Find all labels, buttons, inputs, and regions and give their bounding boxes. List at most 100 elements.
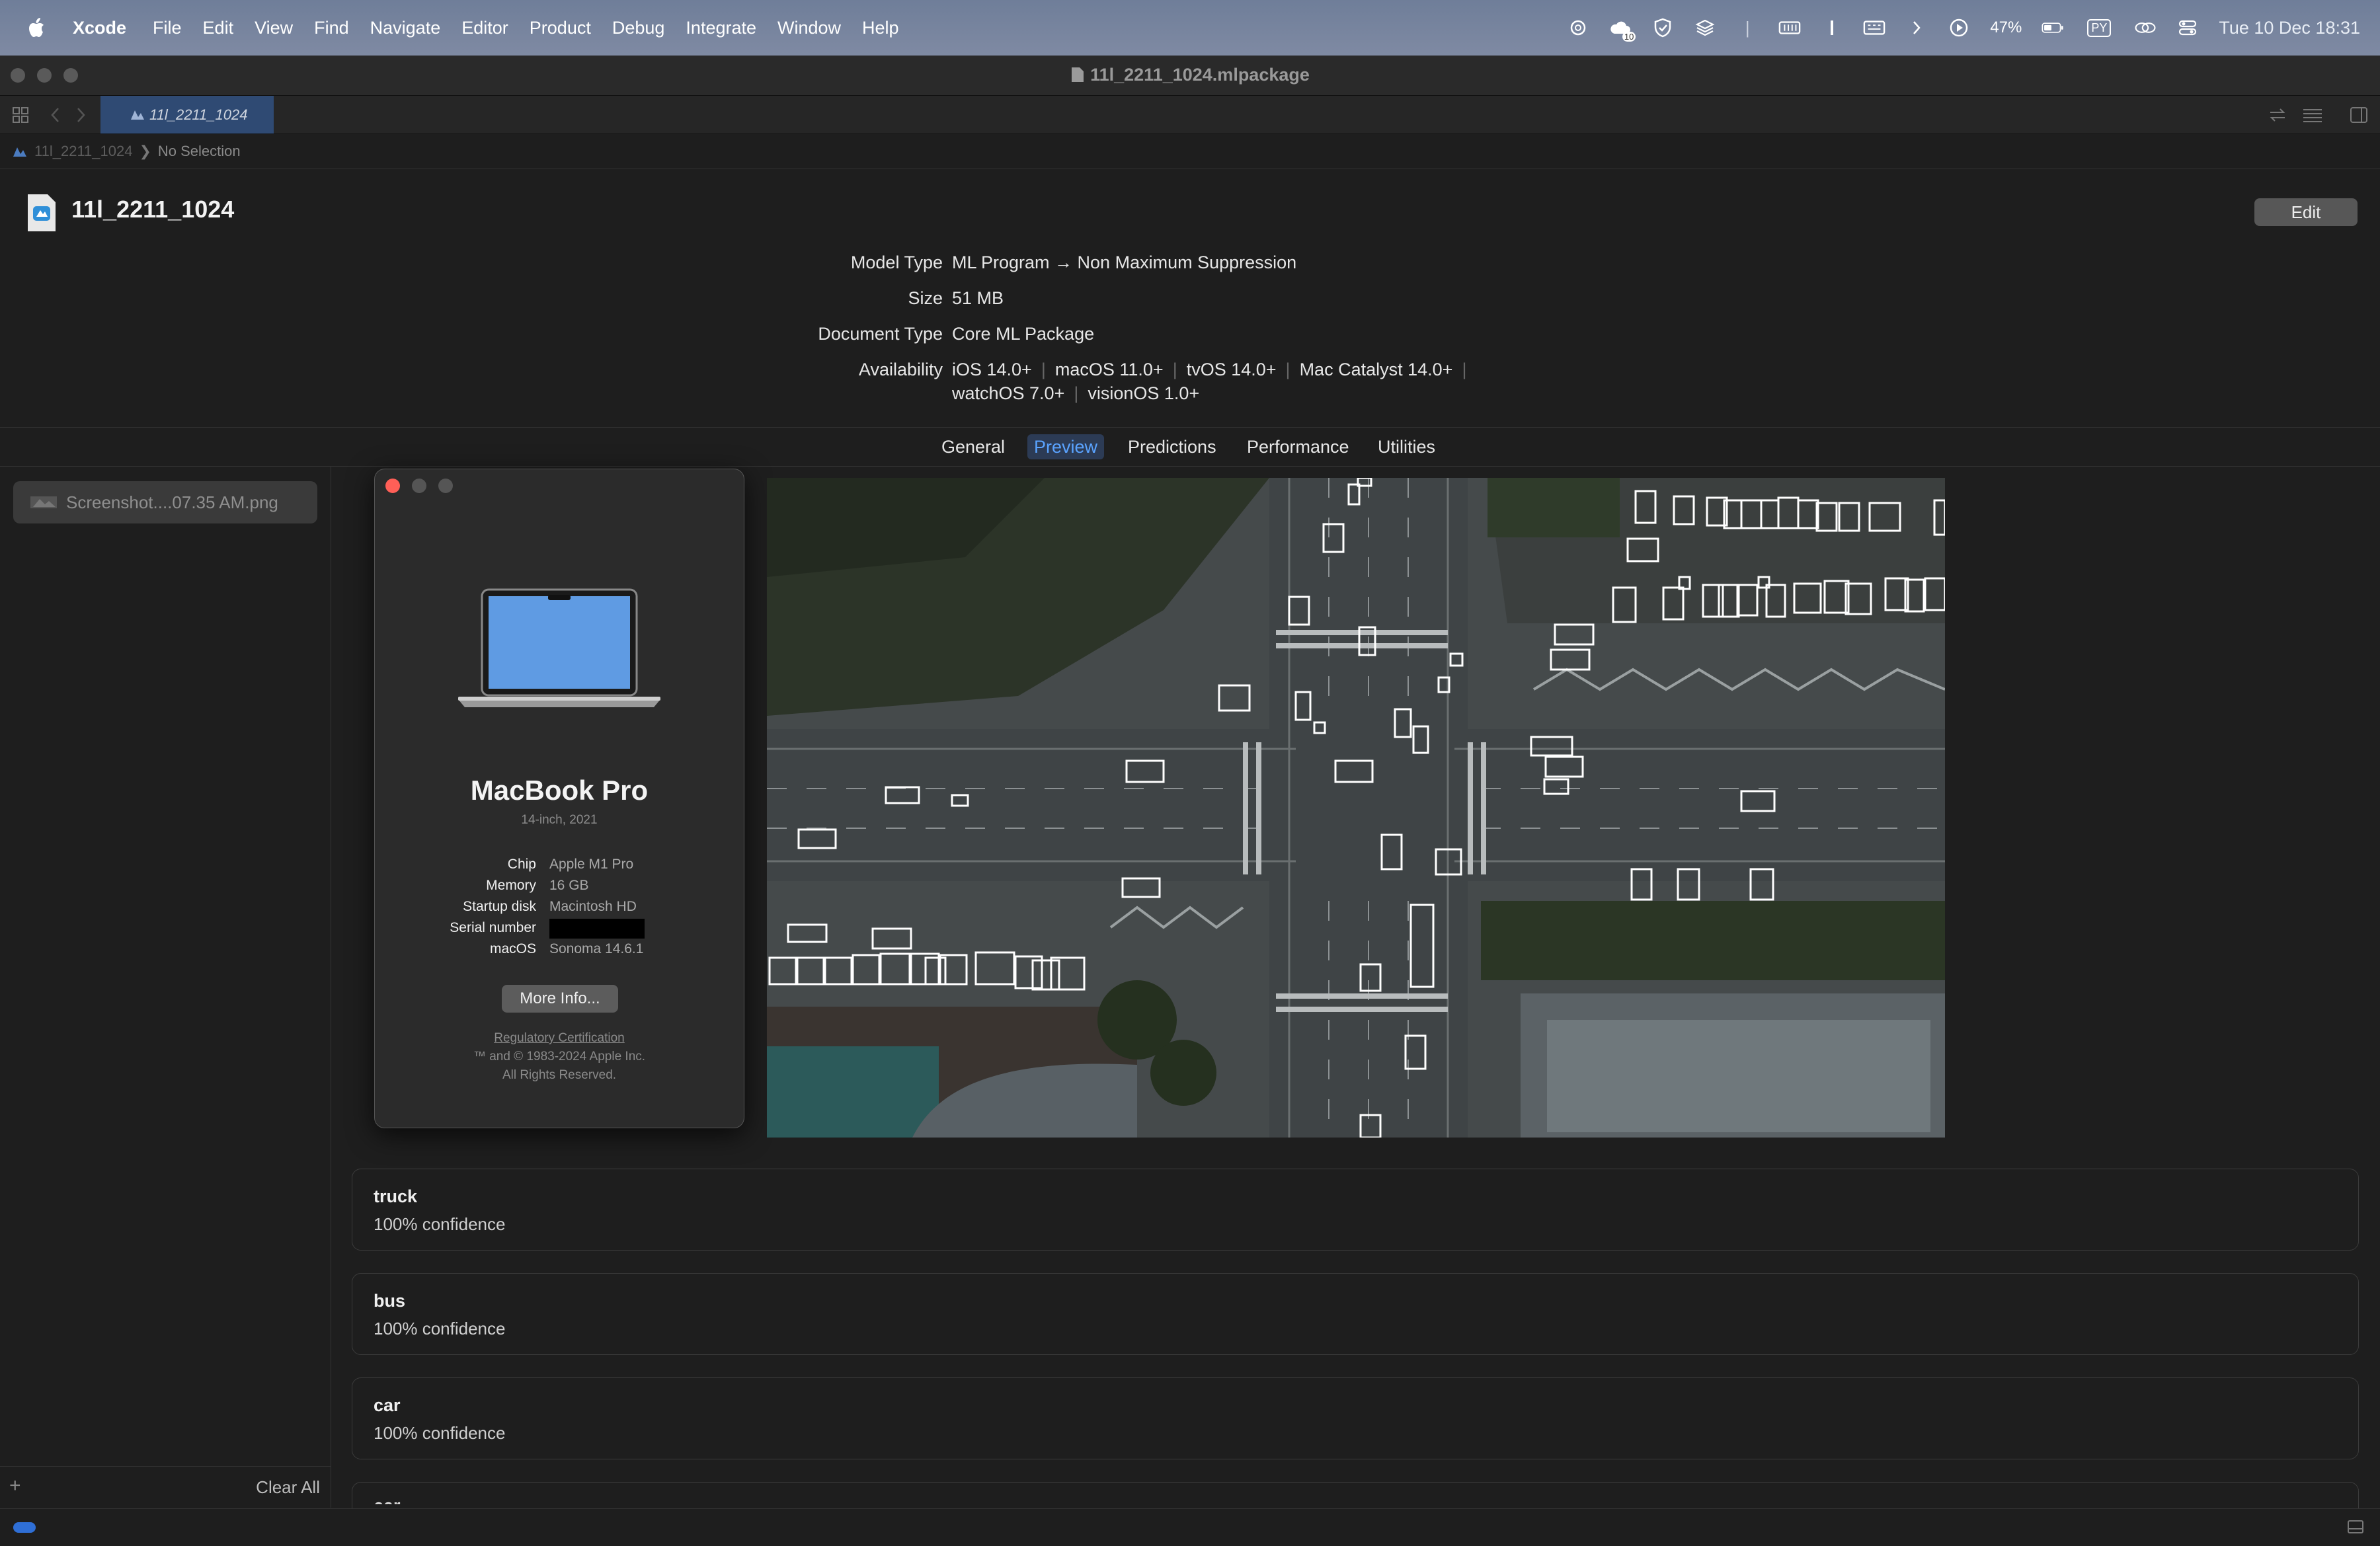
metadata-value: 51 MB <box>952 288 1004 308</box>
back-arrow-icon[interactable] <box>50 106 61 124</box>
tab-model-file-label: 11l_2211_1024 <box>149 106 248 123</box>
prediction-label: bus <box>374 1291 406 1311</box>
copyright-text: ™ and © 1983-2024 Apple Inc. <box>473 1050 646 1063</box>
list-lines-icon[interactable] <box>2302 108 2323 122</box>
prediction-card-bus: bus 100% confidence <box>352 1273 2359 1355</box>
spec-label-startup-disk: Startup disk <box>463 899 536 914</box>
menu-bar: Xcode File Edit View Find Navigate Edito… <box>0 0 2380 56</box>
menu-editor[interactable]: Editor <box>461 18 508 38</box>
forward-arrow-icon[interactable] <box>75 106 86 124</box>
about-close-button[interactable] <box>385 479 400 493</box>
metadata-label: Model Type <box>850 252 943 272</box>
spec-value-chip: Apple M1 Pro <box>549 857 634 872</box>
status-indicator-icon[interactable] <box>13 1522 36 1533</box>
prediction-confidence: 100% confidence <box>374 1423 506 1443</box>
regulatory-link[interactable]: Regulatory Certification <box>375 1031 744 1046</box>
breadcrumb: 11l_2211_1024 ❯ No Selection <box>0 134 2380 169</box>
prediction-confidence: 100% confidence <box>374 1214 506 1234</box>
tab-utilities[interactable]: Utilities <box>1371 434 1442 459</box>
status-bar <box>0 1508 2380 1546</box>
grid-icon[interactable] <box>12 106 29 124</box>
cloud-badge-count: 10 <box>1622 32 1636 42</box>
sidebar-item-label: Screenshot....07.35 AM.png <box>66 492 278 512</box>
more-info-button[interactable]: More Info... <box>502 985 618 1013</box>
menu-view[interactable]: View <box>255 18 293 38</box>
keyboard-icon[interactable] <box>1863 17 1885 39</box>
layers-icon[interactable] <box>1694 17 1716 39</box>
prediction-label: truck <box>374 1186 418 1206</box>
prediction-confidence: 100% confidence <box>374 1319 506 1338</box>
spec-label-macos: macOS <box>489 941 536 956</box>
menu-find[interactable]: Find <box>314 18 349 38</box>
control-center-icon[interactable] <box>2176 17 2199 39</box>
prediction-card-car-partial: car <box>352 1482 2359 1509</box>
menu-product[interactable]: Product <box>530 18 591 38</box>
tab-preview[interactable]: Preview <box>1027 434 1105 459</box>
menu-clock[interactable]: Tue 10 Dec 18:31 <box>2219 18 2360 38</box>
section-tabs: General Preview Predictions Performance … <box>0 428 2380 467</box>
cloud-badge-icon[interactable]: 10 <box>1609 17 1636 42</box>
memory-icon[interactable] <box>1778 17 1801 39</box>
mlmodel-icon <box>131 110 144 120</box>
spec-value-memory: 16 GB <box>549 878 589 893</box>
menu-debug[interactable]: Debug <box>612 18 665 38</box>
prediction-label: car <box>374 1395 401 1415</box>
breadcrumb-selection[interactable]: No Selection <box>158 143 241 160</box>
cursor-bar-icon[interactable] <box>1821 17 1843 39</box>
inspector-toggle-icon[interactable] <box>2350 106 2368 124</box>
tab-performance[interactable]: Performance <box>1240 434 1356 459</box>
debug-area-toggle-icon[interactable] <box>2347 1520 2364 1534</box>
prediction-label: car <box>374 1496 401 1509</box>
menu-integrate[interactable]: Integrate <box>686 18 756 38</box>
image-thumbnail-icon <box>30 496 57 508</box>
tab-model-file[interactable]: 11l_2211_1024 <box>100 96 274 134</box>
input-source-label: PY <box>2087 19 2112 37</box>
menu-app-name[interactable]: Xcode <box>73 18 126 38</box>
clear-all-button[interactable]: Clear All <box>256 1477 320 1498</box>
document-icon <box>1072 67 1084 82</box>
tab-predictions[interactable]: Predictions <box>1121 434 1223 459</box>
battery-percent: 47% <box>1990 19 2022 36</box>
spec-label-memory: Memory <box>486 878 536 893</box>
window-titlebar: 11l_2211_1024.mlpackage <box>0 56 2380 96</box>
breadcrumb-file[interactable]: 11l_2211_1024 <box>34 143 132 160</box>
metadata-value: Core ML Package <box>952 324 1095 344</box>
about-minimize-button[interactable] <box>412 479 426 493</box>
tab-general[interactable]: General <box>935 434 1012 459</box>
aerial-intersection-image <box>767 478 1945 1138</box>
metadata-label: Availability <box>858 360 943 379</box>
menu-edit[interactable]: Edit <box>203 18 234 38</box>
apple-logo-icon[interactable] <box>24 15 50 41</box>
input-source-icon[interactable]: PY <box>2084 17 2114 39</box>
about-zoom-button[interactable] <box>438 479 453 493</box>
about-model-title: MacBook Pro <box>470 775 649 806</box>
availability-visionos: visionOS 1.0+ <box>1088 383 1200 403</box>
availability-line-2: watchOS 7.0+ | visionOS 1.0+ <box>952 383 1200 403</box>
spec-label-chip: Chip <box>507 857 536 872</box>
about-model-subtitle: 14-inch, 2021 <box>521 813 598 827</box>
menu-window[interactable]: Window <box>777 18 841 38</box>
chevron-right-icon[interactable] <box>1905 17 1928 39</box>
add-input-button[interactable]: + <box>9 1475 21 1497</box>
availability-tvos: tvOS 14.0+ <box>1186 360 1277 379</box>
preview-image[interactable] <box>767 478 1945 1138</box>
play-circle-icon[interactable] <box>1948 17 1970 39</box>
availability-macos: macOS 11.0+ <box>1054 360 1164 379</box>
prediction-card-car: car 100% confidence <box>352 1377 2359 1459</box>
editor-tab-bar: 11l_2211_1024 <box>0 96 2380 134</box>
breadcrumb-chevron-icon: ❯ <box>139 143 151 159</box>
menu-help[interactable]: Help <box>862 18 899 38</box>
shield-icon[interactable] <box>1651 17 1674 39</box>
mlmodel-icon <box>13 147 26 157</box>
battery-icon[interactable] <box>2042 17 2064 39</box>
openai-icon[interactable] <box>1567 17 1589 39</box>
menu-file[interactable]: File <box>153 18 182 38</box>
edit-button[interactable]: Edit <box>2254 198 2358 226</box>
availability-watchos: watchOS 7.0+ <box>952 383 1065 403</box>
menu-navigate[interactable]: Navigate <box>370 18 441 38</box>
sidebar-item-screenshot[interactable]: Screenshot....07.35 AM.png <box>13 481 317 523</box>
model-name: 11l_2211_1024 <box>71 196 235 223</box>
spec-value-startup-disk: Macintosh HD <box>549 899 637 914</box>
link-icon[interactable] <box>2134 17 2157 39</box>
swap-arrows-icon[interactable] <box>2269 108 2286 122</box>
